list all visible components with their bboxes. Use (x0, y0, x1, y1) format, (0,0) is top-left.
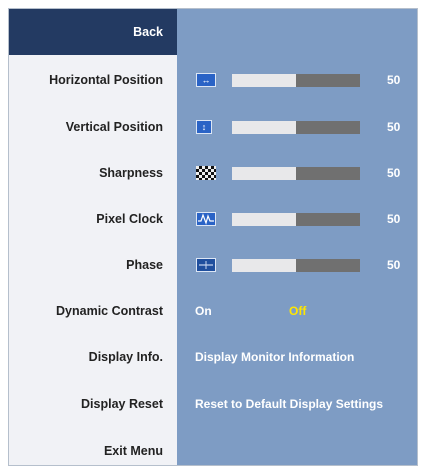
vertical-position-row: ↕ 50 (177, 104, 417, 150)
menu-list: Back Horizontal Position Vertical Positi… (9, 9, 177, 465)
slider-fill (232, 120, 296, 134)
vertical-arrows-icon: ↕ (196, 120, 212, 134)
pixel-clock-slider[interactable] (232, 212, 360, 226)
display-reset-item[interactable]: Display Reset (9, 381, 177, 427)
dynamic-contrast-off-option[interactable]: Off (289, 304, 306, 318)
phase-row: 50 (177, 242, 417, 288)
dynamic-contrast-label: Dynamic Contrast (56, 304, 163, 318)
display-info-row: Display Monitor Information (177, 334, 417, 380)
phase-item[interactable]: Phase (9, 242, 177, 288)
osd-menu: Back Horizontal Position Vertical Positi… (8, 8, 418, 466)
slider-fill (232, 258, 296, 272)
display-info-text: Display Monitor Information (195, 350, 355, 364)
back-item[interactable]: Back (9, 9, 177, 55)
horizontal-arrows-icon: ↔ (196, 73, 216, 87)
sharpness-row: 50 (177, 150, 417, 196)
pixel-clock-item[interactable]: Pixel Clock (9, 196, 177, 242)
sharpness-label: Sharpness (99, 166, 163, 180)
dynamic-contrast-row: On Off (177, 288, 417, 334)
exit-menu-label: Exit Menu (103, 444, 163, 458)
phase-slider[interactable] (232, 258, 360, 272)
vertical-position-item[interactable]: Vertical Position (9, 104, 177, 150)
exit-menu-item[interactable]: Exit Menu (9, 428, 177, 474)
slider-fill (232, 73, 296, 87)
display-info-label: Display Info. (88, 350, 163, 364)
waveform-icon (196, 212, 216, 226)
display-reset-label: Display Reset (81, 397, 163, 411)
pixel-clock-row: 50 (177, 196, 417, 242)
display-reset-row: Reset to Default Display Settings (177, 381, 417, 427)
checkerboard-icon (196, 166, 216, 180)
display-reset-text[interactable]: Reset to Default Display Settings (195, 397, 383, 411)
settings-panel: ↔ 50 ↕ 50 50 50 50 On Off Display Monito… (177, 9, 417, 465)
horizontal-position-item[interactable]: Horizontal Position (9, 57, 177, 103)
display-info-item[interactable]: Display Info. (9, 334, 177, 380)
sharpness-item[interactable]: Sharpness (9, 150, 177, 196)
slider-fill (232, 212, 296, 226)
slider-fill (232, 166, 296, 180)
phase-label: Phase (126, 258, 163, 272)
vertical-position-label: Vertical Position (65, 120, 163, 134)
vertical-position-slider[interactable] (232, 120, 360, 134)
pixel-clock-value: 50 (387, 212, 401, 226)
horizontal-position-label: Horizontal Position (49, 73, 163, 87)
horizontal-position-slider[interactable] (232, 73, 360, 87)
dynamic-contrast-on-option[interactable]: On (195, 304, 212, 318)
sharpness-value: 50 (387, 166, 401, 180)
horizontal-position-value: 50 (387, 73, 401, 87)
horizontal-position-row: ↔ 50 (177, 57, 417, 103)
sharpness-slider[interactable] (232, 166, 360, 180)
pixel-clock-label: Pixel Clock (96, 212, 163, 226)
phase-icon (196, 258, 216, 272)
dynamic-contrast-item[interactable]: Dynamic Contrast (9, 288, 177, 334)
phase-value: 50 (387, 258, 401, 272)
vertical-position-value: 50 (387, 120, 401, 134)
back-label: Back (133, 25, 163, 39)
